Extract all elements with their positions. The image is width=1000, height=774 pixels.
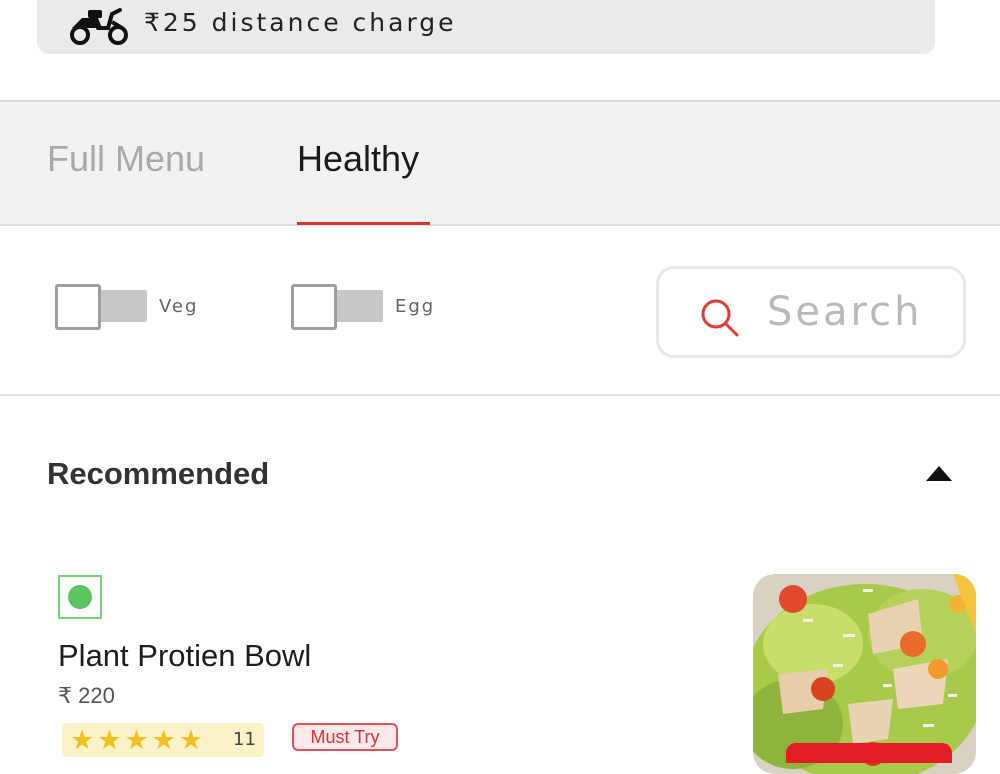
veg-toggle-knob	[55, 284, 101, 330]
egg-toggle-track	[335, 290, 383, 322]
veg-indicator-icon	[58, 575, 102, 619]
menu-tabs: Full Menu Healthy	[0, 100, 1000, 226]
active-tab-indicator	[297, 222, 430, 225]
search-icon	[701, 299, 739, 337]
section-title: Recommended	[47, 456, 270, 491]
item-price: ₹ 220	[58, 683, 115, 708]
section-divider	[0, 394, 1000, 396]
egg-toggle-label: Egg	[395, 296, 436, 317]
search-box[interactable]	[656, 266, 966, 358]
must-try-badge: Must Try	[292, 723, 398, 751]
item-rating: ★★★★★ 11	[62, 723, 264, 757]
rating-count: 11	[233, 729, 256, 750]
egg-toggle[interactable]: Egg	[291, 284, 451, 332]
egg-toggle-knob	[291, 284, 337, 330]
search-input[interactable]	[765, 287, 955, 337]
tab-full-menu[interactable]: Full Menu	[47, 138, 205, 180]
star-rating-icon: ★★★★★	[70, 725, 207, 756]
veg-toggle-track	[99, 290, 147, 322]
tab-healthy[interactable]: Healthy	[297, 138, 419, 180]
veg-toggle[interactable]: Veg	[55, 284, 215, 332]
veg-toggle-label: Veg	[159, 296, 199, 317]
collapse-arrow-icon[interactable]	[924, 463, 954, 483]
distance-charge-text: ₹25 distance charge	[144, 8, 457, 37]
scooter-icon	[70, 8, 128, 45]
veg-dot	[68, 585, 92, 609]
item-name: Plant Protien Bowl	[58, 638, 312, 673]
add-button[interactable]	[786, 743, 952, 763]
